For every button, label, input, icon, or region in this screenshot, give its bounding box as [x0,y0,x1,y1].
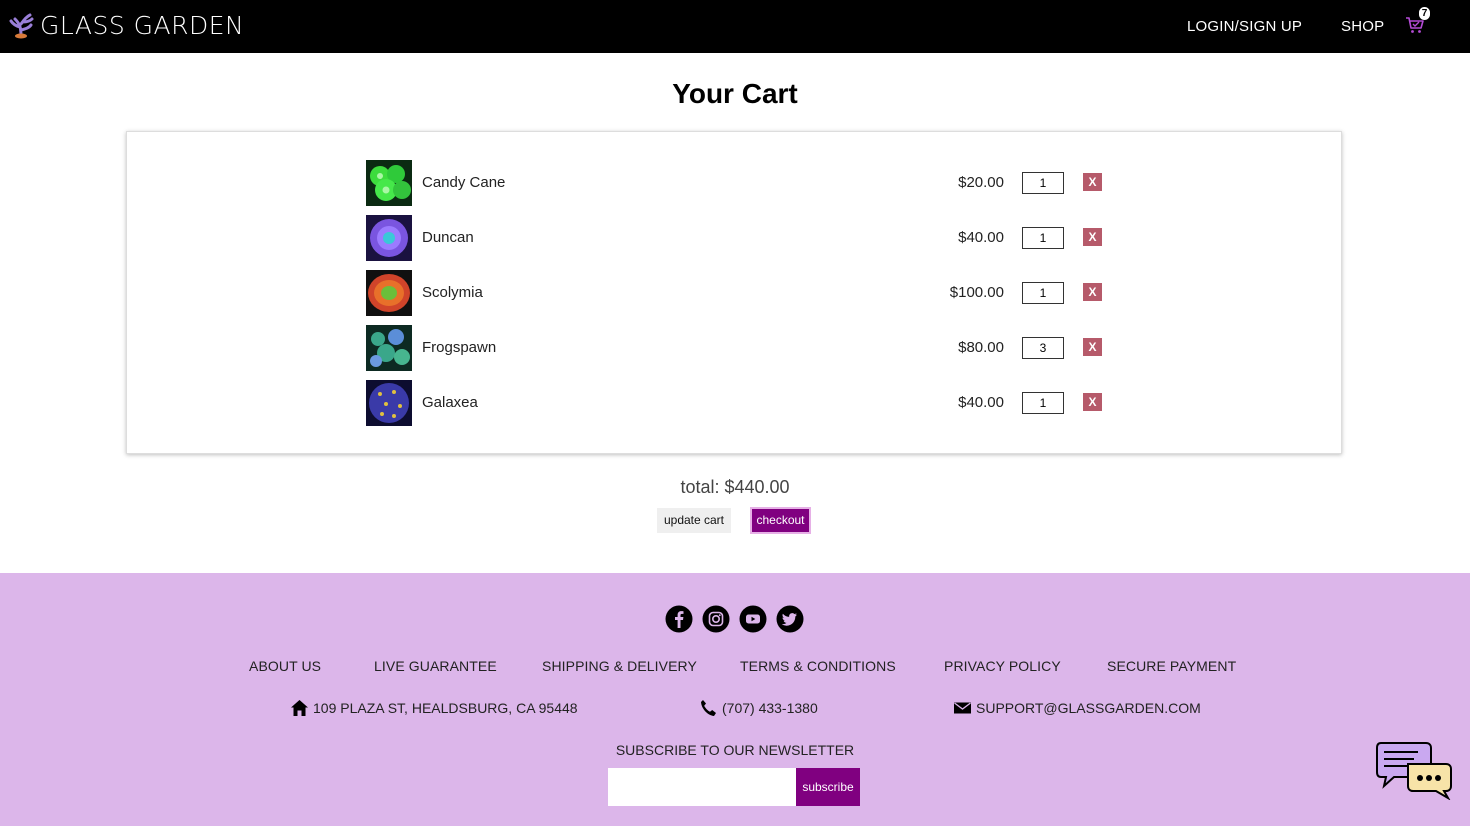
cart-row: Candy Cane $20.00 X [366,160,1106,206]
remove-item-button[interactable]: X [1083,338,1102,356]
newsletter-title: SUBSCRIBE TO OUR NEWSLETTER [615,742,855,758]
chat-icon[interactable] [1376,740,1454,800]
youtube-icon[interactable] [739,605,767,633]
cart-panel: Candy Cane $20.00 X Duncan $40.00 X Scol… [126,131,1342,454]
item-name[interactable]: Scolymia [422,284,483,301]
brand-name: GLASS GARDEN [40,10,245,40]
contact-phone: (707) 433-1380 [699,699,818,717]
remove-item-button[interactable]: X [1083,173,1102,191]
remove-item-button[interactable]: X [1083,393,1102,411]
twitter-icon[interactable] [776,605,804,633]
quantity-input[interactable] [1022,172,1064,194]
checkout-button[interactable]: checkout [750,507,811,534]
nav-shop-link[interactable]: SHOP [1341,18,1384,35]
contact-address: 109 PLAZA ST, HEALDSBURG, CA 95448 [290,699,578,717]
item-price: $40.00 [958,229,1004,246]
social-links [665,605,804,633]
footer-link-guarantee[interactable]: LIVE GUARANTEE [374,658,497,674]
mail-icon [954,702,971,714]
footer-link-privacy[interactable]: PRIVACY POLICY [944,658,1061,674]
page-title: Your Cart [672,78,798,109]
footer-link-shipping[interactable]: SHIPPING & DELIVERY [542,658,697,674]
phone-text[interactable]: (707) 433-1380 [722,700,818,716]
footer-link-about[interactable]: ABOUT US [249,658,321,674]
item-price: $80.00 [958,339,1004,356]
phone-icon [701,700,716,716]
remove-item-button[interactable]: X [1083,228,1102,246]
cart-row: Scolymia $100.00 X [366,270,1106,316]
cart-total: total: $440.00 [680,477,790,497]
remove-item-button[interactable]: X [1083,283,1102,301]
home-icon [291,700,308,716]
item-price: $20.00 [958,174,1004,191]
navbar: GLASS GARDEN LOGIN/SIGN UP SHOP 7 [0,0,1470,53]
quantity-input[interactable] [1022,282,1064,304]
subscribe-button[interactable]: subscribe [796,768,860,806]
address-text: 109 PLAZA ST, HEALDSBURG, CA 95448 [313,700,578,716]
quantity-input[interactable] [1022,337,1064,359]
facebook-icon[interactable] [665,605,693,633]
item-name[interactable]: Duncan [422,229,474,246]
product-thumbnail[interactable] [366,215,412,261]
instagram-icon[interactable] [702,605,730,633]
product-thumbnail[interactable] [366,380,412,426]
email-text[interactable]: SUPPORT@GLASSGARDEN.COM [976,700,1201,716]
coral-logo-icon [9,13,34,39]
contact-email: SUPPORT@GLASSGARDEN.COM [953,699,1201,717]
brand[interactable]: GLASS GARDEN [6,10,244,40]
item-name[interactable]: Frogspawn [422,339,496,356]
cart-count-badge: 7 [1419,7,1430,20]
nav-login-link[interactable]: LOGIN/SIGN UP [1187,18,1302,35]
footer-link-terms[interactable]: TERMS & CONDITIONS [740,658,896,674]
quantity-input[interactable] [1022,227,1064,249]
update-cart-button[interactable]: update cart [657,508,731,533]
cart-row: Duncan $40.00 X [366,215,1106,261]
quantity-input[interactable] [1022,392,1064,414]
footer-link-payment[interactable]: SECURE PAYMENT [1107,658,1236,674]
product-thumbnail[interactable] [366,325,412,371]
item-price: $40.00 [958,394,1004,411]
product-thumbnail[interactable] [366,160,412,206]
product-thumbnail[interactable] [366,270,412,316]
cart-row: Galaxea $40.00 X [366,380,1106,426]
newsletter-email-input[interactable] [608,768,796,806]
item-name[interactable]: Candy Cane [422,174,505,191]
item-name[interactable]: Galaxea [422,394,478,411]
item-price: $100.00 [949,284,1004,301]
footer: ABOUT US LIVE GUARANTEE SHIPPING & DELIV… [0,573,1470,826]
cart-row: Frogspawn $80.00 X [366,325,1106,371]
